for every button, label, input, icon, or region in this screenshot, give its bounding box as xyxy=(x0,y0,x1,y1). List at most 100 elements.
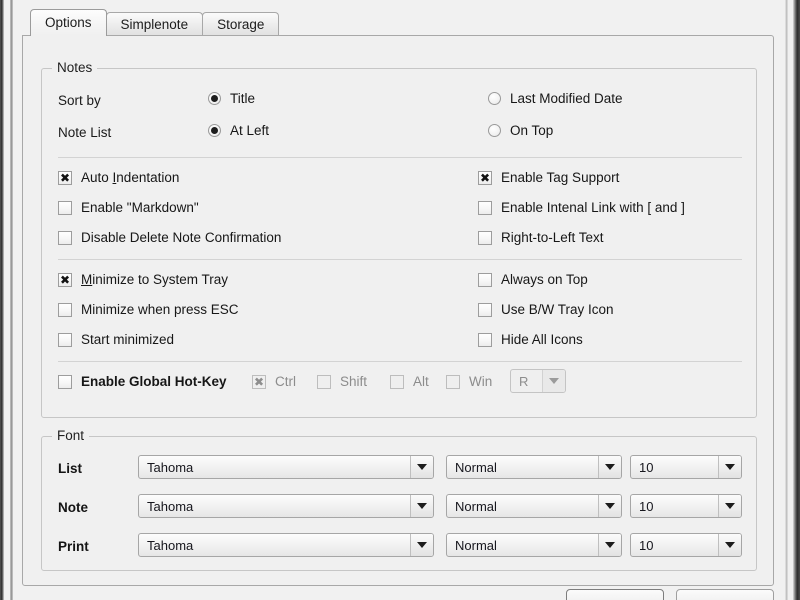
checkbox-unchecked-icon xyxy=(478,273,492,287)
hotkey-key-combo[interactable]: R xyxy=(510,369,566,393)
font-style-combo-list[interactable]: Normal xyxy=(446,455,622,479)
radio-sort-last-modified-label: Last Modified Date xyxy=(510,91,623,106)
checkbox-unchecked-icon xyxy=(58,201,72,215)
tab-simplenote-label: Simplenote xyxy=(121,17,189,32)
checkbox-auto-indentation-label: Auto Indentation xyxy=(81,170,179,185)
checkbox-modifier-alt[interactable]: Alt xyxy=(390,374,429,389)
radio-dot-icon xyxy=(488,124,501,137)
radio-notelist-at-left[interactable]: At Left xyxy=(208,123,269,138)
tab-strip: Options Simplenote Storage xyxy=(22,10,774,36)
window-border-left xyxy=(0,0,4,600)
checkbox-hide-all-icons-label: Hide All Icons xyxy=(501,332,583,347)
font-style-combo-print-value: Normal xyxy=(447,538,598,553)
radio-sort-title[interactable]: Title xyxy=(208,91,255,106)
sort-by-label: Sort by xyxy=(58,93,101,108)
checkbox-enable-markdown[interactable]: Enable "Markdown" xyxy=(58,200,199,215)
checkbox-checked-icon xyxy=(252,375,266,389)
cancel-button[interactable] xyxy=(676,589,774,600)
checkbox-unchecked-icon xyxy=(478,231,492,245)
radio-sort-last-modified[interactable]: Last Modified Date xyxy=(488,91,623,106)
checkbox-unchecked-icon xyxy=(446,375,460,389)
checkbox-enable-global-hotkey[interactable]: Enable Global Hot-Key xyxy=(58,374,227,389)
checkbox-unchecked-icon xyxy=(317,375,331,389)
tab-storage[interactable]: Storage xyxy=(202,12,279,36)
checkbox-use-bw-tray-icon-label: Use B/W Tray Icon xyxy=(501,302,614,317)
note-list-label: Note List xyxy=(58,125,111,140)
font-style-combo-print[interactable]: Normal xyxy=(446,533,622,557)
checkbox-start-minimized[interactable]: Start minimized xyxy=(58,332,174,347)
checkbox-unchecked-icon xyxy=(58,375,72,389)
hotkey-key-combo-value: R xyxy=(511,374,542,389)
font-group-box: Font List Tahoma Normal 10 Note xyxy=(41,436,757,571)
radio-notelist-at-left-label: At Left xyxy=(230,123,269,138)
checkbox-modifier-win[interactable]: Win xyxy=(446,374,492,389)
ok-button[interactable] xyxy=(566,589,664,600)
checkbox-minimize-to-system-tray-label: Minimize to System Tray xyxy=(81,272,228,287)
font-family-combo-print-value: Tahoma xyxy=(139,538,410,553)
radio-sort-title-label: Title xyxy=(230,91,255,106)
window-border-left-inner xyxy=(10,0,13,600)
checkbox-checked-icon xyxy=(478,171,492,185)
footer-link[interactable] xyxy=(32,590,212,600)
window-border-right xyxy=(793,0,800,600)
checkbox-unchecked-icon xyxy=(58,231,72,245)
checkbox-unchecked-icon xyxy=(58,333,72,347)
tab-simplenote[interactable]: Simplenote xyxy=(106,12,204,36)
font-family-combo-print[interactable]: Tahoma xyxy=(138,533,434,557)
font-size-combo-print[interactable]: 10 xyxy=(630,533,742,557)
tab-options[interactable]: Options xyxy=(30,9,107,36)
font-row-list-label: List xyxy=(58,461,82,476)
checkbox-always-on-top-label: Always on Top xyxy=(501,272,588,287)
checkbox-right-to-left-text-label: Right-to-Left Text xyxy=(501,230,604,245)
font-size-combo-list-value: 10 xyxy=(631,460,718,475)
chevron-down-icon xyxy=(718,456,741,478)
checkbox-right-to-left-text[interactable]: Right-to-Left Text xyxy=(478,230,604,245)
checkbox-enable-tag-support[interactable]: Enable Tag Support xyxy=(478,170,619,185)
checkbox-modifier-shift-label: Shift xyxy=(340,374,367,389)
checkbox-enable-internal-link-label: Enable Intenal Link with [ and ] xyxy=(501,200,685,215)
radio-dot-icon xyxy=(208,124,221,137)
checkbox-checked-icon xyxy=(58,273,72,287)
font-size-combo-list[interactable]: 10 xyxy=(630,455,742,479)
notes-group-box: Notes Sort by Title Last Modified Date N… xyxy=(41,68,757,418)
checkbox-modifier-shift[interactable]: Shift xyxy=(317,374,367,389)
checkbox-modifier-ctrl-label: Ctrl xyxy=(275,374,296,389)
checkbox-unchecked-icon xyxy=(390,375,404,389)
font-style-combo-note[interactable]: Normal xyxy=(446,494,622,518)
checkbox-disable-delete-note-confirmation[interactable]: Disable Delete Note Confirmation xyxy=(58,230,281,245)
checkbox-use-bw-tray-icon[interactable]: Use B/W Tray Icon xyxy=(478,302,614,317)
checkbox-modifier-alt-label: Alt xyxy=(413,374,429,389)
window-border-right-inner xyxy=(785,0,788,600)
tab-content-options: Notes Sort by Title Last Modified Date N… xyxy=(22,35,774,586)
checkbox-minimize-to-system-tray[interactable]: Minimize to System Tray xyxy=(58,272,228,287)
checkbox-modifier-win-label: Win xyxy=(469,374,492,389)
checkbox-minimize-on-esc-label: Minimize when press ESC xyxy=(81,302,239,317)
checkbox-enable-markdown-label: Enable "Markdown" xyxy=(81,200,199,215)
checkbox-hide-all-icons[interactable]: Hide All Icons xyxy=(478,332,583,347)
checkbox-always-on-top[interactable]: Always on Top xyxy=(478,272,588,287)
checkbox-unchecked-icon xyxy=(478,333,492,347)
chevron-down-icon xyxy=(718,495,741,517)
chevron-down-icon xyxy=(598,456,621,478)
tab-options-label: Options xyxy=(45,15,92,30)
checkbox-disable-delete-note-confirmation-label: Disable Delete Note Confirmation xyxy=(81,230,281,245)
checkbox-enable-internal-link[interactable]: Enable Intenal Link with [ and ] xyxy=(478,200,685,215)
chevron-down-icon xyxy=(598,495,621,517)
notes-group-title: Notes xyxy=(52,60,97,75)
chevron-down-icon xyxy=(598,534,621,556)
radio-notelist-on-top[interactable]: On Top xyxy=(488,123,553,138)
separator-1 xyxy=(58,157,742,158)
tab-panel: Options Simplenote Storage Notes Sort by… xyxy=(22,10,774,588)
checkbox-modifier-ctrl[interactable]: Ctrl xyxy=(252,374,296,389)
font-style-combo-list-value: Normal xyxy=(447,460,598,475)
separator-2 xyxy=(58,259,742,260)
checkbox-auto-indentation[interactable]: Auto Indentation xyxy=(58,170,179,185)
font-family-combo-note[interactable]: Tahoma xyxy=(138,494,434,518)
tab-storage-label: Storage xyxy=(217,17,264,32)
font-size-combo-note-value: 10 xyxy=(631,499,718,514)
font-family-combo-list[interactable]: Tahoma xyxy=(138,455,434,479)
font-size-combo-note[interactable]: 10 xyxy=(630,494,742,518)
font-group-title: Font xyxy=(52,428,89,443)
options-dialog-window: Options Simplenote Storage Notes Sort by… xyxy=(0,0,800,600)
checkbox-minimize-on-esc[interactable]: Minimize when press ESC xyxy=(58,302,239,317)
